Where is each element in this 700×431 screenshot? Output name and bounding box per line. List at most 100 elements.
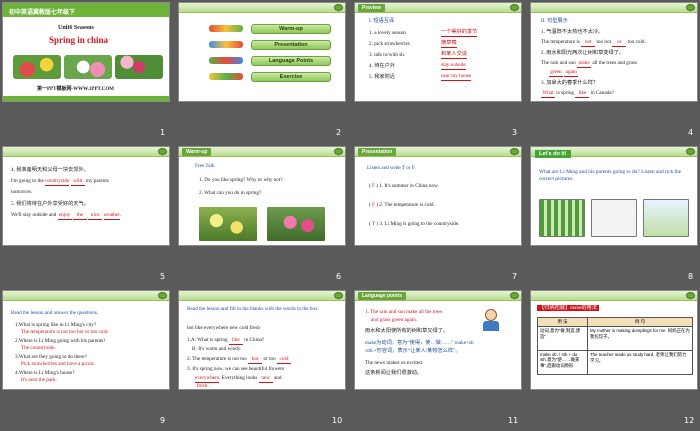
slide-6-tag: Warm-up — [182, 148, 212, 156]
slide-12-header-bar — [531, 291, 697, 301]
language-line: 这条新闻让我们很激动。 — [365, 370, 423, 376]
slide-8-thumbnail[interactable]: Let's do it! What are Li Ming and his pa… — [530, 146, 698, 246]
language-line: make为动词，意为“使得，使…做……” make+sb — [365, 340, 474, 346]
slide-7-heading: Listen and write T or F. — [367, 165, 416, 171]
slide-number-3: 3 — [512, 128, 518, 137]
slide-3-tag: Preview — [358, 4, 385, 12]
people-picture — [591, 199, 637, 237]
language-line: 雨水和太阳使所有的树和草又绿了。 — [365, 328, 449, 334]
blank-line: 3. It's spring now. we can see beautiful… — [187, 366, 285, 372]
sentence-line: tomorrow. — [11, 189, 33, 195]
slide-number-4: 4 — [688, 128, 694, 137]
slide-12-heading: 【归纳拓展】make的用法 — [537, 305, 599, 311]
language-line: /sth.+形容词，表示“让某人/某物怎么样”。 — [365, 348, 461, 354]
table-cell: The teacher made us study hard. 老师让我们努力学… — [587, 350, 693, 375]
question-line: 2.Where is Li Ming going with his parent… — [15, 338, 106, 344]
table-row: make sb. / sth.+ do sth.意为“使……做某事”,后跟动词原… — [537, 350, 693, 375]
phrase-item: 4. 待在户外 — [369, 63, 395, 69]
phrase-answer: 一个美好的季节 — [441, 29, 478, 37]
logo-icon — [686, 292, 695, 299]
phrase-item: 2. pick strawberries — [369, 41, 410, 47]
slide-7-tag: Presentation — [358, 148, 397, 156]
logo-icon — [334, 148, 343, 155]
sentence-line: 2. 雨水和阳光两次让树和草变绿了。 — [541, 50, 625, 56]
slide-1-thumbnail[interactable]: 初中英语冀教版七年级下 Unit6 Seasons Spring in chin… — [2, 2, 170, 102]
slide-3-thumbnail[interactable]: Preview I. 短语互译 1. a lovely season 2. pi… — [354, 2, 522, 102]
slide-5-header-bar — [3, 147, 169, 157]
slide-7-thumbnail[interactable]: Presentation Listen and write T or F. ( … — [354, 146, 522, 246]
pencil-icon — [209, 25, 243, 32]
slide-9-header-bar — [3, 291, 169, 301]
logo-icon — [686, 4, 695, 11]
question-line: 2. What can you do in spring? — [199, 190, 262, 196]
menu-warm-up[interactable]: Warm-up — [251, 24, 331, 34]
table-cell: My mother is making dumplings for me. 妈妈… — [587, 326, 693, 351]
slide-6-thumbnail[interactable]: Warm-up Free Talk 1. Do you like spring?… — [178, 146, 346, 246]
slide-4-heading: II. 句型展示 — [541, 18, 568, 24]
table-header: 例 句 — [587, 317, 693, 327]
logo-icon — [510, 292, 519, 299]
menu-language-points[interactable]: Language Points — [251, 56, 331, 66]
menu-presentation[interactable]: Presentation — [251, 40, 331, 50]
answer-line: It's near the park. — [21, 377, 57, 383]
logo-icon — [510, 4, 519, 11]
slide-1-banner: 初中英语冀教版七年级下 — [3, 3, 169, 17]
question-line: 1. Do you like spring? Why or why not? — [199, 177, 283, 183]
blank-line: 2. The temperature is not too hot or too… — [187, 356, 291, 364]
sentence-line: 1. 气温既不太热也不太冷。 — [541, 29, 604, 35]
flower-photo-2 — [64, 55, 112, 79]
phrase-answer: 和某人交谈 — [441, 51, 467, 59]
logo-icon — [158, 148, 167, 155]
slide-12-thumbnail[interactable]: 【归纳拓展】make的用法 用 法 例 句 动词,意为“做,制造,建造” My … — [530, 290, 698, 390]
slide-4-header-bar — [531, 3, 697, 13]
slide-1-footer: 第一PPT模板网-WWW.1PPT.COM — [37, 87, 114, 92]
slide-number-2: 2 — [336, 128, 342, 137]
logo-icon — [158, 292, 167, 299]
slide-2-thumbnail[interactable]: Warm-up Presentation Language Points Exe… — [178, 2, 346, 102]
pencil-icon — [209, 57, 243, 64]
table-cell: 动词,意为“做,制造,建造” — [537, 326, 588, 351]
slide-1-bottom-strip — [3, 96, 169, 101]
phrase-item: 5. 我家附近 — [369, 74, 395, 80]
slide-number-12: 12 — [684, 416, 695, 425]
flowers-photo — [267, 207, 325, 241]
slide-5-thumbnail[interactable]: 4. 我准备明天和父母一块去郊外。 I'm going to the count… — [2, 146, 170, 246]
sentence-line: 5. 我们将待在户外享受好的天气。 — [11, 201, 89, 207]
blank-line: B: It's warm and windy. — [192, 346, 242, 352]
slide-number-9: 9 — [160, 416, 166, 425]
sentence-line: 3. 加拿大的春季什么样？ — [541, 80, 599, 86]
logo-icon — [334, 4, 343, 11]
word-box: hot like everywhere new cold fresh — [187, 325, 261, 331]
slide-number-8: 8 — [688, 272, 694, 281]
slide-number-10: 10 — [332, 416, 343, 425]
tf-item: ( F ) 1. It's summer in China now. — [369, 183, 439, 189]
pencil-icon — [209, 41, 243, 48]
answer-line: Pick strawberries and have a picnic. — [21, 361, 96, 367]
tf-item: ( T ) 3. Li Ming is going to the country… — [369, 221, 460, 227]
logo-icon — [510, 148, 519, 155]
tf-item: ( F ) 2. The temperature is cold. — [369, 202, 435, 208]
phrase-item: 1. a lovely season — [369, 30, 406, 36]
slide-9-heading: Read the lesson and answer the questions… — [11, 310, 99, 316]
slide-3-heading: I. 短语互译 — [369, 18, 395, 24]
slide-4-thumbnail[interactable]: II. 句型展示 1. 气温既不太热也不太冷。 The temperature … — [530, 2, 698, 102]
slide-10-thumbnail[interactable]: Read the lesson and fill in the blanks w… — [178, 290, 346, 390]
slide-10-header-bar — [179, 291, 345, 301]
slide-9-thumbnail[interactable]: Read the lesson and answer the questions… — [2, 290, 170, 390]
make-usage-table: 用 法 例 句 动词,意为“做,制造,建造” My mother is maki… — [537, 317, 693, 375]
phrase-answer: near my house — [441, 73, 472, 81]
sentence-line: What is spring like in Canada? — [541, 90, 614, 98]
table-cell: make sb. / sth.+ do sth.意为“使……做某事”,后跟动词原… — [537, 350, 588, 375]
menu-exercise[interactable]: Exercise — [251, 72, 331, 82]
pencil-icon — [209, 73, 243, 80]
language-line: and grass green again. — [371, 317, 418, 323]
slide-1-title: Spring in china — [49, 35, 109, 45]
question-line: 1.What is spring like in Li Ming's city? — [15, 322, 97, 328]
slide-11-thumbnail[interactable]: Language points 1. The rain and sun make… — [354, 290, 522, 390]
slide-number-6: 6 — [336, 272, 342, 281]
question-line: 3.What are they going to do there? — [15, 354, 87, 360]
slide-11-tag: Language points — [358, 292, 406, 300]
blank-line: everywhere. Everything looks new and — [195, 375, 282, 383]
teacher-icon — [481, 309, 501, 333]
sentence-line: The temperature is not too hot or too co… — [541, 39, 646, 47]
